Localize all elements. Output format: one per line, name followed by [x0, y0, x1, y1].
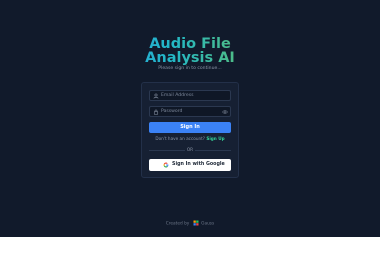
- password-field[interactable]: Password: [149, 106, 231, 117]
- footer-prefix: Created by: [165, 221, 190, 227]
- app-background: Audio File Analysis AI Please sign in to…: [0, 0, 380, 237]
- page-title: Audio File Analysis AI: [0, 37, 380, 65]
- login-card: Email Address Password Sign In Don't hav…: [141, 82, 239, 178]
- eye-icon[interactable]: [222, 109, 228, 115]
- user-icon: [153, 93, 159, 99]
- logo-icon: [193, 220, 199, 226]
- footer: Created by Gauss: [0, 220, 380, 228]
- google-sign-in-label: Sign In with Google: [172, 162, 225, 167]
- page-subtitle: Please sign in to continue...: [158, 66, 222, 71]
- signup-prompt: Don't have an account?: [155, 136, 205, 141]
- sign-in-button[interactable]: Sign In: [149, 122, 231, 133]
- google-icon: [163, 162, 169, 168]
- or-divider: OR: [149, 147, 231, 152]
- footer-brand[interactable]: Gauss: [201, 222, 214, 227]
- divider-line-right: [195, 149, 231, 151]
- signup-row: Don't have an account? Sign Up: [142, 136, 238, 141]
- sign-up-link[interactable]: Sign Up: [206, 136, 224, 141]
- email-placeholder: Email Address: [161, 93, 194, 98]
- page-title-line1: Audio File: [149, 36, 231, 52]
- email-field[interactable]: Email Address: [149, 90, 231, 101]
- lock-icon: [153, 109, 159, 115]
- password-placeholder: Password: [161, 109, 183, 114]
- page-title-line2: Analysis AI: [145, 50, 235, 66]
- google-sign-in-button[interactable]: Sign In with Google: [149, 159, 231, 171]
